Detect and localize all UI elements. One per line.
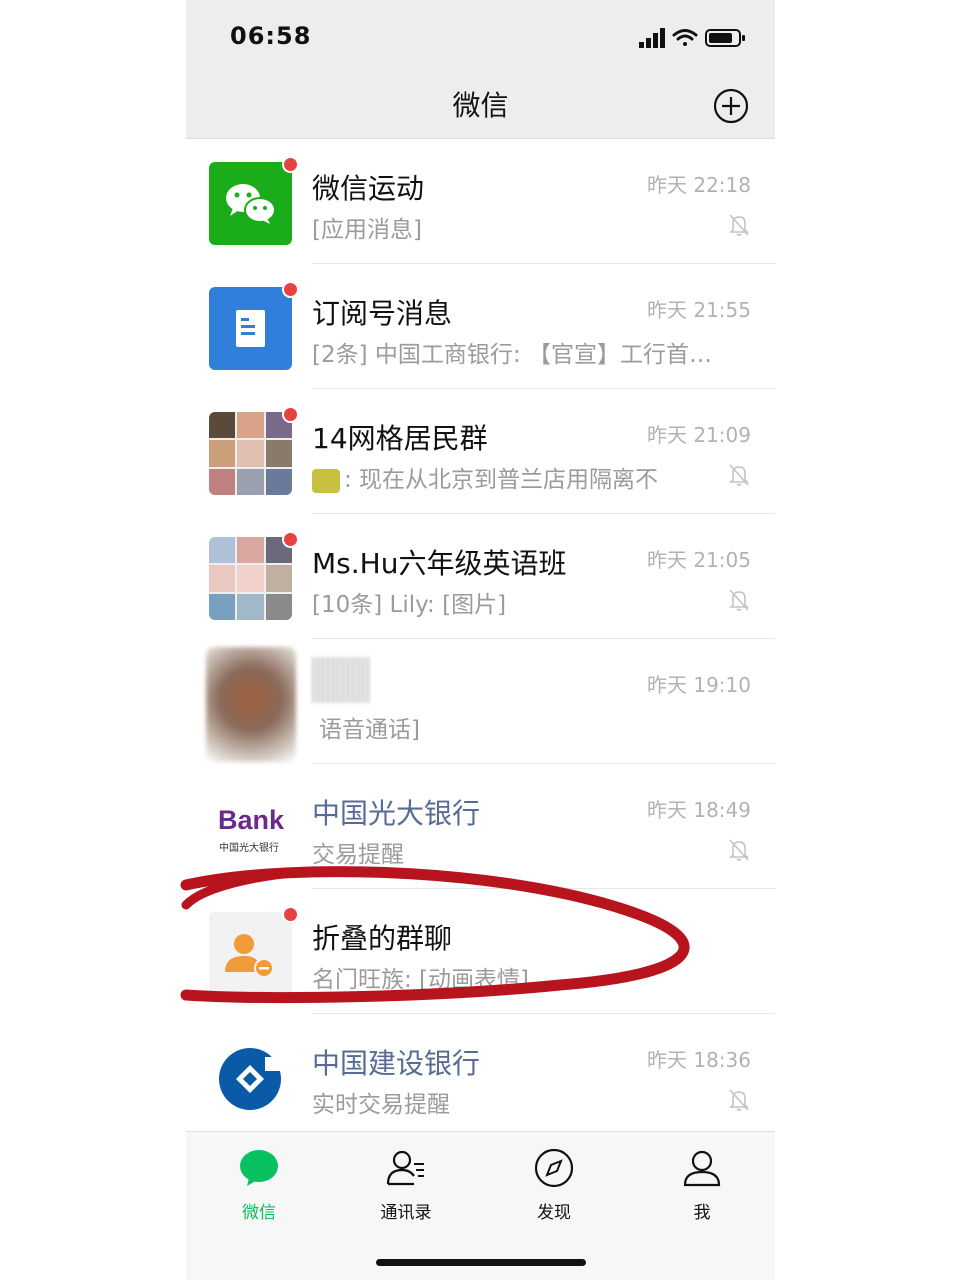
chat-time: 昨天 18:49 [647,798,751,822]
person-icon [683,1150,721,1187]
compass-icon [534,1148,574,1188]
home-indicator[interactable] [376,1259,586,1266]
chat-name: 微信运动 [312,172,425,205]
bank-logo [209,1037,292,1120]
chat-row-construction-bank[interactable]: 中国建设银行 实时交易提醒 昨天 18:36 [186,1014,775,1139]
unread-dot [282,156,299,173]
avatar [209,162,292,245]
chat-preview: 名门旺族: [动画表情] [312,967,530,993]
mute-bell-icon [729,214,749,236]
tab-label: 通讯录 [380,1203,432,1223]
chat-preview: [应用消息] [312,217,422,243]
chat-row-subscriptions[interactable]: 订阅号消息 [2条] 中国工商银行: 【官宣】工行首… 昨天 21:55 [186,264,775,389]
add-plus-icon[interactable] [713,88,749,124]
group-avatar [209,412,292,495]
bottom-tab-bar: 微信 通讯录 发现 我 [186,1131,775,1280]
chat-preview: 实时交易提醒 [312,1092,450,1118]
unread-dot [282,406,299,423]
chat-row-english-class[interactable]: Ms.Hu六年级英语班 [10条] Lily: [图片] 昨天 21:05 [186,514,775,639]
folded-group-icon [225,934,274,978]
mute-bell-icon [729,839,749,861]
wechat-screen: 06:58 微信 微信运动 [应用消息] 昨天 22:18 订阅号消息 [2条]… [186,0,775,1280]
tab-label: 微信 [242,1203,276,1223]
status-bar: 06:58 [186,0,775,66]
chat-preview: 交易提醒 [312,842,404,868]
tab-contacts[interactable]: 通讯录 [356,1148,456,1238]
bank-logo-text: Bank [218,805,285,835]
bank-logo: Bank 中国光大银行 [209,787,292,870]
unread-dot [282,906,299,923]
chat-name: 中国光大银行 [312,797,481,830]
mute-bell-icon [729,589,749,611]
ccb-logo-icon [219,1048,285,1110]
status-icons [639,28,745,48]
sender-emoji-avatar [312,468,340,493]
unread-dot [282,281,299,298]
tab-label: 我 [693,1203,711,1223]
bank-logo-subtext: 中国光大银行 [219,843,279,854]
chat-name: Ms.Hu六年级英语班 [312,547,567,580]
tab-wechat[interactable]: 微信 [209,1148,309,1238]
chat-name: 订阅号消息 [312,297,453,330]
page-title: 微信 [452,89,509,122]
mute-bell-icon [729,1089,749,1111]
status-time: 06:58 [230,22,312,50]
contacts-icon [386,1150,424,1186]
title-bar: 微信 [186,66,775,139]
chat-name: 14网格居民群 [312,422,488,455]
blurred-avatar [206,647,296,762]
signal-icon [639,28,665,48]
chat-time: 昨天 22:18 [647,173,751,197]
chat-time: 昨天 18:36 [647,1048,751,1072]
group-avatar [209,537,292,620]
chat-time: 昨天 19:10 [647,673,751,697]
chat-preview: [2条] 中国工商银行: 【官宣】工行首… [312,342,712,368]
mute-bell-icon [729,464,749,486]
chat-name: 折叠的群聊 [312,922,453,955]
chat-row-everbright-bank[interactable]: Bank 中国光大银行 中国光大银行 交易提醒 昨天 18:49 [186,764,775,889]
battery-icon [705,29,745,47]
document-icon [236,310,265,347]
wifi-icon [672,29,698,46]
chat-time: 昨天 21:55 [647,298,751,322]
chat-row-folded-groups[interactable]: 折叠的群聊 名门旺族: [动画表情] [186,889,775,1014]
chat-bubble-icon [240,1150,278,1186]
blurred-name [312,657,370,703]
chat-time: 昨天 21:05 [647,548,751,572]
chat-preview: : 现在从北京到普兰店用隔离不 [312,460,658,494]
unread-dot [282,531,299,548]
avatar [209,287,292,370]
tab-discover[interactable]: 发现 [504,1148,604,1238]
wechat-logo-icon [226,184,276,224]
avatar [209,912,292,995]
chat-list: 微信运动 [应用消息] 昨天 22:18 订阅号消息 [2条] 中国工商银行: … [186,139,775,1139]
tab-label: 发现 [537,1203,571,1223]
chat-name: 中国建设银行 [312,1047,481,1080]
tab-me[interactable]: 我 [652,1148,752,1238]
chat-row-wechat-sports[interactable]: 微信运动 [应用消息] 昨天 22:18 [186,139,775,264]
chat-preview: [10条] Lily: [图片] [312,592,507,618]
chat-row-grid-residents-group[interactable]: 14网格居民群 : 现在从北京到普兰店用隔离不 昨天 21:09 [186,389,775,514]
chat-time: 昨天 21:09 [647,423,751,447]
chat-preview: 语音通话] [319,717,420,743]
chat-row-blurred-contact[interactable]: 语音通话] 昨天 19:10 [186,639,775,764]
